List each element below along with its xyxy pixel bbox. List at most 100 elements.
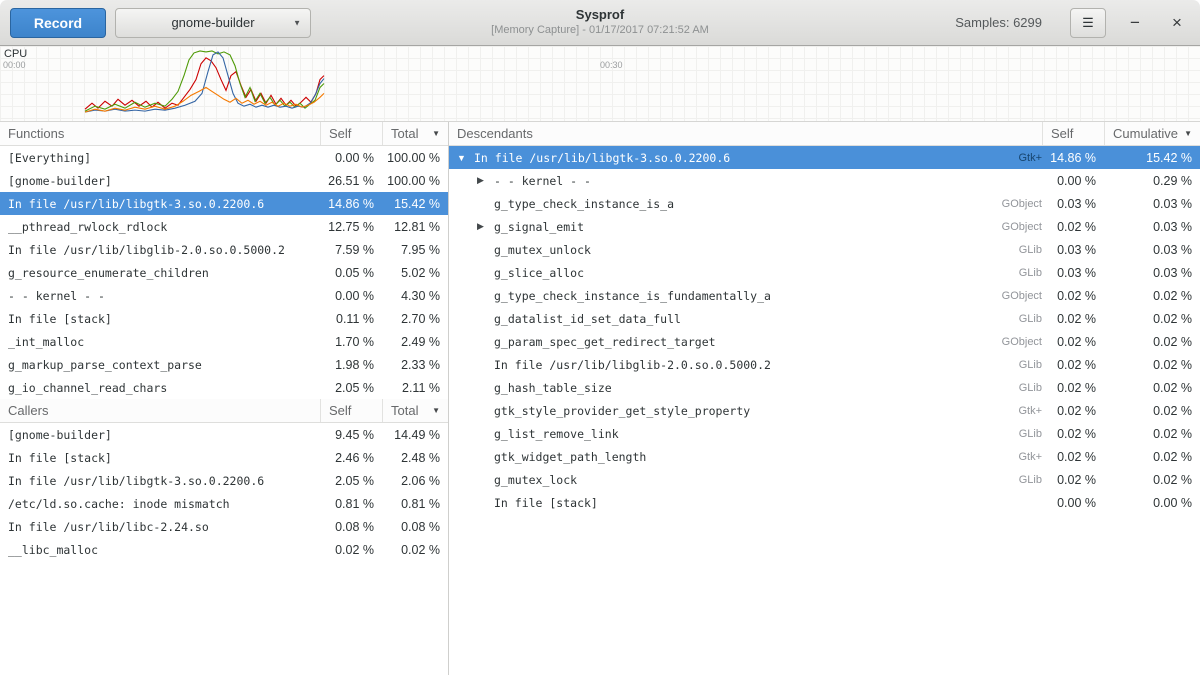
function-row[interactable]: In file /usr/lib/libglib-2.0.so.0.5000.2… <box>0 238 448 261</box>
cumulative-percent: 0.03 % <box>1104 220 1200 234</box>
total-column-header[interactable]: Total ▼ <box>382 399 448 422</box>
function-name: In file /usr/lib/libglib-2.0.so.0.5000.2 <box>8 243 320 257</box>
functions-column-header[interactable]: Functions <box>0 122 320 145</box>
self-column-header[interactable]: Self <box>320 122 382 145</box>
descendants-table-body: ▼ In file /usr/lib/libgtk-3.so.0.2200.6 … <box>449 146 1200 514</box>
descendant-row[interactable]: g_mutex_lock GLib 0.02 % 0.02 % <box>449 468 1200 491</box>
descendant-row[interactable]: g_hash_table_size GLib 0.02 % 0.02 % <box>449 376 1200 399</box>
total-percent: 100.00 % <box>382 174 448 188</box>
cumulative-percent: 0.03 % <box>1104 197 1200 211</box>
function-row[interactable]: [gnome-builder] 26.51 % 100.00 % <box>0 169 448 192</box>
descendant-row[interactable]: ▶ - - kernel - - 0.00 % 0.29 % <box>449 169 1200 192</box>
descendant-name: g_signal_emit <box>494 220 972 234</box>
record-button[interactable]: Record <box>10 8 106 38</box>
self-percent: 0.02 % <box>1042 312 1104 326</box>
descendant-row[interactable]: ▼ In file /usr/lib/libgtk-3.so.0.2200.6 … <box>449 146 1200 169</box>
self-percent: 0.11 % <box>320 312 382 326</box>
function-row[interactable]: - - kernel - - 0.00 % 4.30 % <box>0 284 448 307</box>
sort-indicator-icon: ▼ <box>432 129 440 138</box>
descendant-row[interactable]: g_datalist_id_set_data_full GLib 0.02 % … <box>449 307 1200 330</box>
caller-row[interactable]: __libc_malloc 0.02 % 0.02 % <box>0 538 448 561</box>
descendant-name: g_slice_alloc <box>494 266 972 280</box>
total-percent: 4.30 % <box>382 289 448 303</box>
function-name: g_io_channel_read_chars <box>8 381 320 395</box>
descendant-row[interactable]: gtk_widget_path_length Gtk+ 0.02 % 0.02 … <box>449 445 1200 468</box>
library-tag: GLib <box>972 474 1042 486</box>
cumulative-percent: 0.02 % <box>1104 404 1200 418</box>
library-tag: GObject <box>972 290 1042 302</box>
self-percent: 0.00 % <box>1042 496 1104 510</box>
self-percent: 0.00 % <box>320 151 382 165</box>
menu-button[interactable]: ☰ <box>1070 8 1106 38</box>
cpu-graph-area[interactable]: CPU 00:00 00:30 <box>0 46 1200 122</box>
self-percent: 2.05 % <box>320 474 382 488</box>
total-percent: 2.70 % <box>382 312 448 326</box>
expander-icon[interactable]: ▶ <box>477 221 494 232</box>
close-button[interactable]: × <box>1164 9 1190 37</box>
descendant-name: g_mutex_unlock <box>494 243 972 257</box>
library-tag: GObject <box>972 221 1042 233</box>
caller-row[interactable]: In file /usr/lib/libgtk-3.so.0.2200.6 2.… <box>0 469 448 492</box>
self-column-header[interactable]: Self <box>320 399 382 422</box>
descendant-row[interactable]: gtk_style_provider_get_style_property Gt… <box>449 399 1200 422</box>
function-name: In file /usr/lib/libgtk-3.so.0.2200.6 <box>8 197 320 211</box>
total-percent: 2.33 % <box>382 358 448 372</box>
function-row[interactable]: [Everything] 0.00 % 100.00 % <box>0 146 448 169</box>
self-percent: 0.02 % <box>320 543 382 557</box>
function-row[interactable]: In file [stack] 0.11 % 2.70 % <box>0 307 448 330</box>
caller-name: In file /usr/lib/libc-2.24.so <box>8 520 320 534</box>
library-tag: Gtk+ <box>972 405 1042 417</box>
total-column-header[interactable]: Total ▼ <box>382 122 448 145</box>
callers-column-header[interactable]: Callers <box>0 399 320 422</box>
caller-row[interactable]: In file [stack] 2.46 % 2.48 % <box>0 446 448 469</box>
function-row[interactable]: In file /usr/lib/libgtk-3.so.0.2200.6 14… <box>0 192 448 215</box>
cumulative-column-header[interactable]: Cumulative ▼ <box>1104 122 1200 145</box>
descendant-name: g_list_remove_link <box>494 427 972 441</box>
descendant-row[interactable]: ▶ g_signal_emit GObject 0.02 % 0.03 % <box>449 215 1200 238</box>
descendant-row[interactable]: In file [stack] 0.00 % 0.00 % <box>449 491 1200 514</box>
caller-row[interactable]: In file /usr/lib/libc-2.24.so 0.08 % 0.0… <box>0 515 448 538</box>
self-percent: 0.03 % <box>1042 197 1104 211</box>
self-percent: 2.05 % <box>320 381 382 395</box>
self-percent: 0.02 % <box>1042 473 1104 487</box>
descendant-name: In file [stack] <box>494 496 972 510</box>
expander-icon[interactable]: ▶ <box>477 175 494 186</box>
descendant-row[interactable]: g_param_spec_get_redirect_target GObject… <box>449 330 1200 353</box>
total-percent: 0.81 % <box>382 497 448 511</box>
library-tag: GLib <box>972 359 1042 371</box>
caller-row[interactable]: /etc/ld.so.cache: inode mismatch 0.81 % … <box>0 492 448 515</box>
minimize-icon: − <box>1130 13 1140 32</box>
function-row[interactable]: __pthread_rwlock_rdlock 12.75 % 12.81 % <box>0 215 448 238</box>
profiler-target-dropdown[interactable]: gnome-builder ▼ <box>115 8 311 38</box>
caller-name: __libc_malloc <box>8 543 320 557</box>
function-row[interactable]: g_resource_enumerate_children 0.05 % 5.0… <box>0 261 448 284</box>
minimize-button[interactable]: − <box>1122 9 1148 37</box>
self-percent: 0.02 % <box>1042 335 1104 349</box>
descendant-row[interactable]: g_type_check_instance_is_a GObject 0.03 … <box>449 192 1200 215</box>
samples-count: Samples: 6299 <box>955 15 1042 30</box>
cumulative-percent: 0.02 % <box>1104 312 1200 326</box>
function-row[interactable]: g_io_channel_read_chars 2.05 % 2.11 % <box>0 376 448 399</box>
self-column-header[interactable]: Self <box>1042 122 1104 145</box>
cumulative-percent: 0.03 % <box>1104 243 1200 257</box>
self-percent: 0.05 % <box>320 266 382 280</box>
self-percent: 2.46 % <box>320 451 382 465</box>
descendant-name: g_type_check_instance_is_a <box>494 197 972 211</box>
caller-row[interactable]: [gnome-builder] 9.45 % 14.49 % <box>0 423 448 446</box>
descendant-row[interactable]: g_type_check_instance_is_fundamentally_a… <box>449 284 1200 307</box>
function-name: _int_malloc <box>8 335 320 349</box>
descendant-row[interactable]: g_list_remove_link GLib 0.02 % 0.02 % <box>449 422 1200 445</box>
descendant-row[interactable]: g_mutex_unlock GLib 0.03 % 0.03 % <box>449 238 1200 261</box>
expander-icon[interactable]: ▼ <box>457 153 474 163</box>
chevron-down-icon: ▼ <box>293 18 301 27</box>
self-percent: 0.02 % <box>1042 220 1104 234</box>
descendants-column-header[interactable]: Descendants <box>449 122 1042 145</box>
descendant-row[interactable]: In file /usr/lib/libglib-2.0.so.0.5000.2… <box>449 353 1200 376</box>
total-percent: 7.95 % <box>382 243 448 257</box>
descendant-row[interactable]: g_slice_alloc GLib 0.03 % 0.03 % <box>449 261 1200 284</box>
library-tag: GObject <box>972 198 1042 210</box>
function-row[interactable]: _int_malloc 1.70 % 2.49 % <box>0 330 448 353</box>
time-start-label: 00:00 <box>3 60 26 70</box>
function-row[interactable]: g_markup_parse_context_parse 1.98 % 2.33… <box>0 353 448 376</box>
self-percent: 0.02 % <box>1042 450 1104 464</box>
